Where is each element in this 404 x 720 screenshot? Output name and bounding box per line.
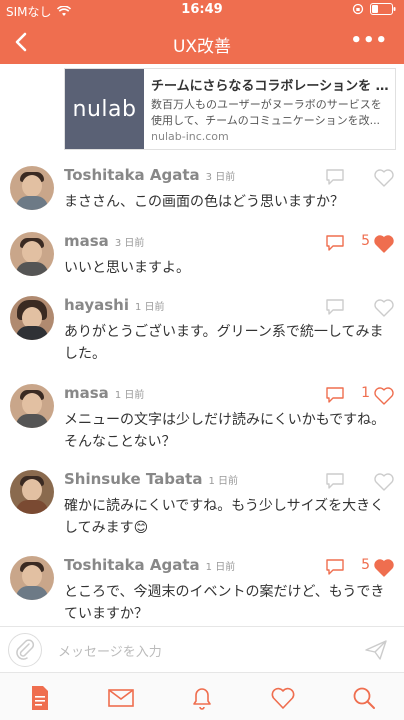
heart-icon[interactable] [373, 386, 395, 406]
heart-icon[interactable] [373, 298, 395, 318]
avatar[interactable] [10, 470, 54, 514]
comment-icon[interactable] [325, 386, 345, 404]
avatar[interactable] [10, 384, 54, 428]
comment-icon[interactable] [325, 168, 345, 186]
document-icon [32, 686, 48, 710]
like-count: 5 [361, 557, 370, 573]
paperclip-icon [16, 639, 35, 660]
message-author: Shinsuke Tabata 1 日前 [64, 470, 238, 488]
heart-icon[interactable] [373, 472, 395, 492]
comment-icon[interactable] [325, 298, 345, 316]
more-menu-button[interactable]: ••• [350, 30, 388, 51]
battery-icon [370, 3, 396, 15]
comment-icon[interactable] [325, 472, 345, 490]
tab-mail[interactable] [101, 683, 141, 713]
message-time: 1 日前 [114, 390, 145, 401]
message-text: いいと思いますよ。 [64, 260, 190, 276]
message-text: 確かに読みにくいですね。もう少しサイズを大きくしてみます😊 [64, 498, 385, 536]
tab-bar [0, 672, 404, 720]
bell-icon [193, 688, 211, 710]
message-text: ところで、今週末のイベントの案だけど、もうできていますか？ [64, 584, 385, 622]
tab-search[interactable] [344, 683, 384, 713]
avatar[interactable] [10, 232, 54, 276]
message-author: hayashi 1 日前 [64, 296, 165, 314]
tab-favorites[interactable] [263, 683, 303, 713]
search-icon [353, 687, 375, 709]
nulab-logo: nulab [72, 96, 137, 122]
link-preview-card[interactable]: nulab チームにさらなるコラボレーションを |... 数百万人ものユーザーが… [64, 68, 396, 150]
heart-icon [271, 687, 295, 709]
message-author: masa 3 日前 [64, 232, 145, 250]
message-input[interactable]: メッセージを入力 [58, 641, 162, 660]
message-author: Toshitaka Agata 3 日前 [64, 166, 236, 184]
message-text: まささん、この画面の色はどう思いますか？ [64, 194, 344, 210]
avatar[interactable] [10, 296, 54, 340]
avatar[interactable] [10, 556, 54, 600]
preview-description: 数百万人ものユーザーがヌーラボのサービスを使用して、チームのコミュニケーションを… [151, 98, 382, 127]
tab-documents[interactable] [20, 683, 60, 713]
message-time: 1 日前 [135, 302, 165, 313]
mail-icon [108, 689, 134, 707]
message-text: ありがとうございます。グリーン系で統一してみました。 [64, 324, 384, 362]
message-time: 1 日前 [205, 562, 236, 573]
heart-icon[interactable] [373, 168, 395, 188]
preview-thumbnail: nulab [65, 69, 144, 149]
heart-filled-icon[interactable] [373, 234, 395, 254]
preview-url: nulab-inc.com [151, 130, 229, 143]
heart-filled-icon[interactable] [373, 558, 395, 578]
orientation-lock-icon [352, 3, 364, 15]
send-icon[interactable] [364, 639, 388, 661]
page-title: UX改善 [172, 37, 232, 57]
message-author: masa 1 日前 [64, 384, 145, 402]
message-text: メニューの文字は少しだけ読みにくいかもですね。そんなことない？ [64, 412, 386, 450]
preview-title: チームにさらなるコラボレーションを |... [151, 79, 391, 94]
nav-bar: UX改善 ••• [0, 20, 404, 64]
like-count: 1 [361, 385, 370, 401]
tab-notifications[interactable] [182, 683, 222, 713]
status-time: 16:49 [181, 2, 223, 17]
message-time: 1 日前 [208, 476, 238, 487]
avatar[interactable] [10, 166, 54, 210]
message-author: Toshitaka Agata 1 日前 [64, 556, 236, 574]
comment-icon[interactable] [325, 234, 345, 252]
status-bar: SIMなし 16:49 [0, 0, 404, 20]
message-time: 3 日前 [114, 238, 145, 249]
like-count: 5 [361, 233, 370, 249]
status-right [352, 3, 396, 15]
message-input-bar: メッセージを入力 [0, 626, 404, 672]
message-time: 3 日前 [205, 172, 236, 183]
comment-icon[interactable] [325, 558, 345, 576]
attach-button[interactable] [8, 633, 42, 667]
